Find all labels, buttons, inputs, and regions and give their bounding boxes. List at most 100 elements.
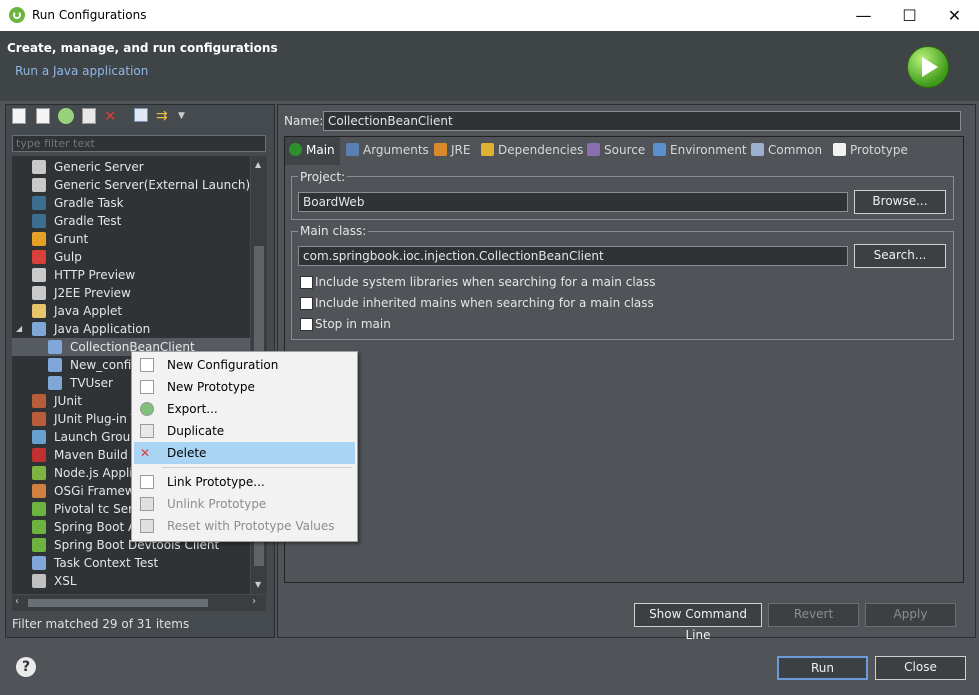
link-prototype-icon: [140, 475, 154, 489]
window-title: Run Configurations: [32, 8, 147, 22]
new-prototype-icon[interactable]: [36, 108, 50, 124]
scroll-thumb-horizontal[interactable]: [28, 599, 208, 607]
export-icon[interactable]: [58, 108, 74, 124]
menu-item-delete[interactable]: ✕ Delete: [134, 442, 355, 464]
spring-boot-icon: [32, 538, 46, 552]
tree-item[interactable]: Gulp: [12, 248, 250, 266]
duplicate-icon: [140, 424, 154, 438]
menu-item-unlink-prototype[interactable]: Unlink Prototype: [134, 493, 355, 515]
source-tab-icon: [587, 143, 600, 156]
java-app-icon: [48, 358, 62, 372]
tab-label: JRE: [451, 143, 471, 157]
stop-in-main-checkbox[interactable]: [300, 318, 313, 331]
tab-jre[interactable]: JRE: [434, 138, 470, 162]
close-window-button[interactable]: ✕: [932, 0, 977, 31]
close-button[interactable]: Close: [875, 656, 966, 680]
tree-item-label: OSGi Framewo: [54, 484, 143, 498]
launch-group-icon: [32, 430, 46, 444]
server-icon: [32, 178, 46, 192]
gulp-icon: [32, 250, 46, 264]
collapse-all-icon[interactable]: [134, 108, 148, 122]
scroll-up-icon[interactable]: ▲: [255, 160, 261, 169]
scroll-left-icon[interactable]: ‹: [15, 596, 19, 607]
menu-item-new-prototype[interactable]: New Prototype: [134, 376, 355, 398]
apply-button[interactable]: Apply: [865, 603, 956, 627]
search-button[interactable]: Search...: [854, 244, 946, 268]
menu-item-label: Duplicate: [167, 424, 225, 438]
arguments-tab-icon: [346, 143, 359, 156]
stop-in-main-label: Stop in main: [315, 317, 391, 331]
menu-item-label: Delete: [167, 446, 207, 460]
tree-item[interactable]: J2EE Preview: [12, 284, 250, 302]
prototype-tab-icon: [833, 143, 846, 156]
menu-item-reset-with-prototype-values[interactable]: Reset with Prototype Values: [134, 515, 355, 537]
tab-environment[interactable]: Environment: [653, 138, 747, 162]
tab-prototype[interactable]: Prototype: [833, 138, 908, 162]
menu-item-link-prototype[interactable]: Link Prototype...: [134, 471, 355, 493]
tree-item[interactable]: Gradle Task: [12, 194, 250, 212]
tab-common[interactable]: Common: [751, 138, 822, 162]
duplicate-icon[interactable]: [82, 108, 96, 124]
menu-item-label: Reset with Prototype Values: [167, 519, 335, 533]
maximize-button[interactable]: ☐: [887, 0, 932, 31]
tree-item[interactable]: Grunt: [12, 230, 250, 248]
tab-main[interactable]: Main: [289, 138, 335, 162]
tree-horizontal-scrollbar[interactable]: ‹ ›: [12, 595, 266, 611]
task-icon: [32, 556, 46, 570]
tree-item-label: Gulp: [54, 250, 82, 264]
maven-icon: [32, 448, 46, 462]
xsl-icon: [32, 574, 46, 588]
delete-icon[interactable]: ✕: [104, 108, 120, 124]
tree-item[interactable]: Java Applet: [12, 302, 250, 320]
revert-button[interactable]: Revert: [768, 603, 859, 627]
filter-input[interactable]: [12, 135, 266, 152]
include-inherited-mains-checkbox[interactable]: [300, 297, 313, 310]
scroll-down-icon[interactable]: ▼: [255, 580, 261, 589]
menu-item-label: New Configuration: [167, 358, 279, 372]
tree-item[interactable]: Generic Server: [12, 158, 250, 176]
reset-prototype-icon: [140, 519, 154, 533]
filter-icon[interactable]: ⇉: [156, 108, 172, 124]
main-class-field[interactable]: com.springbook.ioc.injection.CollectionB…: [298, 246, 848, 266]
tree-item-label: XSL: [54, 574, 77, 588]
junit-icon: [32, 412, 46, 426]
menu-item-export[interactable]: Export...: [134, 398, 355, 420]
browse-button[interactable]: Browse...: [854, 190, 946, 214]
run-banner-icon: [907, 46, 949, 88]
name-field[interactable]: CollectionBeanClient: [323, 111, 961, 131]
delete-icon: ✕: [140, 446, 151, 460]
nodejs-icon: [32, 466, 46, 480]
spring-boot-icon: [32, 520, 46, 534]
tab-arguments[interactable]: Arguments: [346, 138, 429, 162]
menu-item-new-configuration[interactable]: New Configuration: [134, 354, 355, 376]
menu-item-duplicate[interactable]: Duplicate: [134, 420, 355, 442]
project-field[interactable]: BoardWeb: [298, 192, 848, 212]
tree-item[interactable]: HTTP Preview: [12, 266, 250, 284]
tab-label: Prototype: [850, 143, 908, 157]
new-launch-config-icon[interactable]: [12, 108, 26, 124]
new-config-icon: [140, 358, 154, 372]
tab-source[interactable]: Source: [587, 138, 645, 162]
filter-status: Filter matched 29 of 31 items: [12, 617, 190, 631]
run-button[interactable]: Run: [777, 656, 868, 680]
tree-item[interactable]: Generic Server(External Launch): [12, 176, 250, 194]
header-banner: Create, manage, and run configurations R…: [0, 31, 979, 101]
include-system-libraries-checkbox[interactable]: [300, 276, 313, 289]
scroll-right-icon[interactable]: ›: [252, 596, 256, 607]
tree-item[interactable]: XSL: [12, 572, 250, 590]
tree-item-label: Launch Group: [54, 430, 138, 444]
tree-item-label: JUnit Plug-in T: [54, 412, 138, 426]
tree-item[interactable]: Java Application ◢: [12, 320, 250, 338]
tree-item-label: JUnit: [54, 394, 82, 408]
title-bar: Run Configurations — ☐ ✕: [0, 0, 979, 31]
help-icon[interactable]: ?: [16, 657, 36, 677]
tree-item-label: Generic Server: [54, 160, 144, 174]
show-command-line-button[interactable]: Show Command Line: [634, 603, 762, 642]
expand-arrow-icon[interactable]: ◢: [16, 320, 22, 338]
applet-icon: [32, 304, 46, 318]
tree-item[interactable]: Gradle Test: [12, 212, 250, 230]
chevron-down-icon[interactable]: ▼: [178, 108, 194, 124]
minimize-button[interactable]: —: [841, 0, 886, 31]
tab-dependencies[interactable]: Dependencies: [481, 138, 583, 162]
tree-item[interactable]: Task Context Test: [12, 554, 250, 572]
